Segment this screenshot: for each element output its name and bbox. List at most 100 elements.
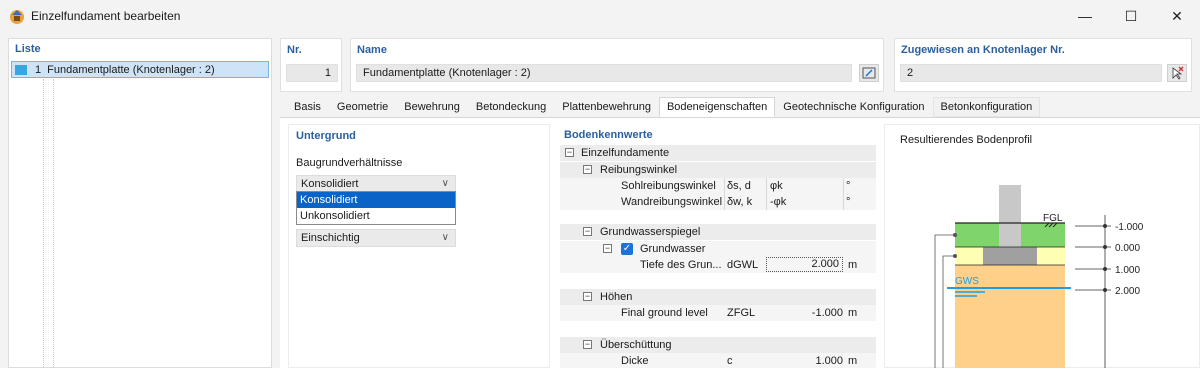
table-row[interactable]: Final ground level ZFGL -1.000 m bbox=[560, 305, 876, 321]
param-value[interactable]: 1.000 bbox=[770, 355, 843, 367]
group-label: Höhen bbox=[600, 291, 633, 303]
group-label: Grundwasserspiegel bbox=[600, 226, 701, 238]
tab-bar: Basis Geometrie Bewehrung Betondeckung P… bbox=[286, 97, 1041, 117]
layer-bracket bbox=[942, 255, 955, 368]
collapse-icon[interactable]: − bbox=[583, 227, 592, 236]
name-field[interactable]: Fundamentplatte (Knotenlager : 2) bbox=[356, 64, 852, 82]
minimize-button[interactable]: — bbox=[1062, 0, 1108, 32]
bodenkennwerte-panel: Bodenkennwerte − Einzelfundamente − Reib… bbox=[560, 124, 876, 368]
param-name: Wandreibungswinkel bbox=[621, 196, 723, 208]
collapse-icon[interactable]: − bbox=[583, 165, 592, 174]
tree-line bbox=[53, 79, 54, 368]
maximize-button[interactable]: ☐ bbox=[1108, 0, 1154, 32]
grundwasser-checkbox[interactable]: ✓ bbox=[621, 243, 633, 255]
schicht-selected: Einschichtig bbox=[301, 232, 360, 244]
table-row[interactable]: Tiefe des Grun... dGWL 2.000 m bbox=[560, 257, 876, 273]
nr-field[interactable]: 1 bbox=[286, 64, 338, 82]
app-icon bbox=[10, 10, 24, 24]
column-divider bbox=[766, 178, 767, 210]
untergrund-panel: Untergrund Baugrundverhältnisse Konsolid… bbox=[288, 124, 550, 368]
group-label: Reibungswinkel bbox=[600, 164, 678, 176]
group-hoehen[interactable]: − Höhen bbox=[560, 289, 876, 305]
tab-geotechnische-konfiguration[interactable]: Geotechnische Konfiguration bbox=[775, 97, 932, 117]
grundwasser-row[interactable]: − ✓ Grundwasser bbox=[560, 241, 876, 257]
param-name: Tiefe des Grun... bbox=[640, 259, 722, 271]
dimension-point bbox=[1103, 245, 1107, 249]
param-symbol: dGWL bbox=[727, 259, 759, 271]
dimension-point bbox=[1103, 224, 1107, 228]
group-label: Überschüttung bbox=[600, 339, 672, 351]
nr-label: Nr. bbox=[287, 44, 302, 56]
tab-bewehrung[interactable]: Bewehrung bbox=[396, 97, 468, 117]
group-grundwasserspiegel[interactable]: − Grundwasserspiegel bbox=[560, 224, 876, 240]
collapse-icon[interactable]: − bbox=[603, 244, 612, 253]
footing bbox=[983, 247, 1037, 265]
table-row[interactable]: Wandreibungswinkel δw, k -φk ° bbox=[560, 194, 876, 210]
assigned-field[interactable]: 2 bbox=[900, 64, 1162, 82]
level-label: -1.000 bbox=[1115, 222, 1144, 233]
param-value[interactable]: -1.000 bbox=[770, 307, 843, 319]
kennwerte-header: Bodenkennwerte bbox=[564, 129, 653, 141]
list-item-number: 1 bbox=[35, 63, 42, 76]
param-name: Dicke bbox=[621, 355, 649, 367]
schicht-select[interactable]: Einschichtig ∨ bbox=[296, 229, 456, 247]
collapse-icon[interactable]: − bbox=[565, 148, 574, 157]
list-panel: Liste 1 Fundamentplatte (Knotenlager : 2… bbox=[8, 38, 272, 368]
tab-geometrie[interactable]: Geometrie bbox=[329, 97, 396, 117]
title-bar: Einzelfundament bearbeiten — ☐ ✕ bbox=[0, 0, 1200, 32]
soil-profile-diagram: GWS FGL -1.000 0.000 1.000 2.000 bbox=[934, 185, 1144, 368]
tab-betonkonfiguration[interactable]: Betonkonfiguration bbox=[932, 97, 1041, 117]
param-unit: m bbox=[848, 259, 858, 271]
list-item[interactable]: 1 Fundamentplatte (Knotenlager : 2) bbox=[11, 61, 269, 78]
edit-icon bbox=[862, 67, 876, 79]
dropdown-option-konsolidiert[interactable]: Konsolidiert bbox=[297, 192, 455, 208]
param-value[interactable]: -φk bbox=[770, 196, 786, 208]
tab-betondeckung[interactable]: Betondeckung bbox=[468, 97, 554, 117]
gws-label: GWS bbox=[955, 276, 979, 287]
level-label: 1.000 bbox=[1115, 265, 1140, 276]
table-row[interactable]: Dicke c 1.000 m bbox=[560, 353, 876, 368]
group-ueberschuettung[interactable]: − Überschüttung bbox=[560, 337, 876, 353]
tab-bodeneigenschaften[interactable]: Bodeneigenschaften bbox=[658, 97, 776, 117]
tab-basis[interactable]: Basis bbox=[286, 97, 329, 117]
bodenprofil-panel: Resultierendes Bodenprofil GWS FGL -1.00… bbox=[884, 124, 1200, 368]
list-item-label: Fundamentplatte (Knotenlager : 2) bbox=[47, 63, 215, 76]
tab-plattenbewehrung[interactable]: Plattenbewehrung bbox=[554, 97, 659, 117]
bracket-point bbox=[953, 254, 957, 258]
level-label: 2.000 bbox=[1115, 286, 1140, 297]
chevron-down-icon: ∨ bbox=[441, 178, 449, 189]
param-symbol: c bbox=[727, 355, 733, 367]
param-unit: m bbox=[848, 307, 858, 319]
collapse-icon[interactable]: − bbox=[583, 292, 592, 301]
param-unit: m bbox=[848, 355, 858, 367]
level-label: 0.000 bbox=[1115, 243, 1140, 254]
name-box: Name Fundamentplatte (Knotenlager : 2) bbox=[350, 38, 884, 92]
param-unit: ° bbox=[846, 180, 851, 192]
assigned-box: Zugewiesen an Knotenlager Nr. 2 bbox=[894, 38, 1192, 92]
param-name: Sohlreibungswinkel bbox=[621, 180, 716, 192]
param-value[interactable]: φk bbox=[770, 180, 783, 192]
column bbox=[999, 185, 1021, 247]
tree-root-einzelfundamente[interactable]: − Einzelfundamente bbox=[560, 145, 876, 161]
assigned-label: Zugewiesen an Knotenlager Nr. bbox=[901, 44, 1065, 56]
tree-line bbox=[43, 79, 44, 368]
tiefe-input[interactable]: 2.000 bbox=[766, 257, 843, 272]
close-button[interactable]: ✕ bbox=[1154, 0, 1200, 32]
fgl-label: FGL bbox=[1043, 213, 1063, 224]
dimension-point bbox=[1103, 288, 1107, 292]
param-symbol: δs, d bbox=[727, 180, 751, 192]
edit-name-button[interactable] bbox=[859, 64, 879, 82]
dimension-point bbox=[1103, 267, 1107, 271]
baugrund-dropdown: Konsolidiert Unkonsolidiert bbox=[296, 191, 456, 225]
column-divider bbox=[724, 178, 725, 210]
baugrund-selected: Konsolidiert bbox=[301, 178, 359, 190]
collapse-icon[interactable]: − bbox=[583, 340, 592, 349]
dropdown-option-unkonsolidiert[interactable]: Unkonsolidiert bbox=[297, 208, 455, 224]
group-reibungswinkel[interactable]: − Reibungswinkel bbox=[560, 162, 876, 178]
param-symbol: δw, k bbox=[727, 196, 753, 208]
baugrund-label: Baugrundverhältnisse bbox=[296, 157, 403, 169]
table-row[interactable]: Sohlreibungswinkel δs, d φk ° bbox=[560, 178, 876, 194]
select-node-button[interactable] bbox=[1167, 64, 1187, 82]
root-label: Einzelfundamente bbox=[581, 147, 670, 159]
checkbox-label: Grundwasser bbox=[640, 243, 706, 255]
